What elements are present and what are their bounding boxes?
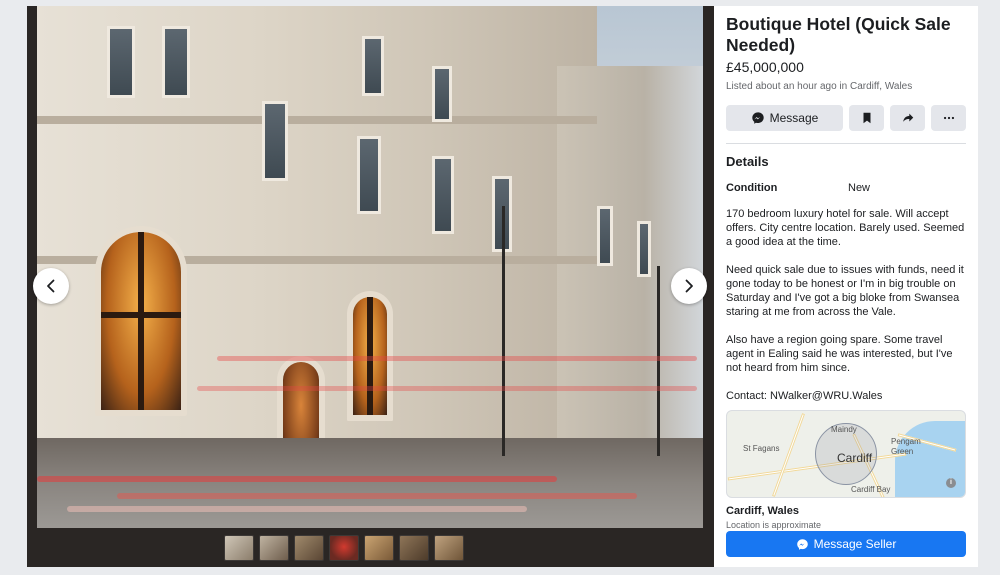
chevron-right-icon (685, 279, 693, 293)
message-seller-label: Message Seller (813, 537, 897, 551)
map-label: St Fagans (743, 444, 780, 453)
listing-photo (37, 6, 703, 528)
details-heading: Details (726, 154, 769, 169)
listing-price: £45,000,000 (726, 59, 804, 75)
photo-thumbnail[interactable] (364, 535, 394, 561)
share-button[interactable] (890, 105, 925, 131)
more-options-button[interactable] (931, 105, 966, 131)
more-icon (943, 116, 954, 120)
bookmark-icon (863, 112, 870, 124)
map-label: Pengam Green (891, 437, 921, 456)
messenger-icon (796, 538, 808, 550)
share-icon (902, 113, 913, 122)
photo-thumbnail[interactable] (294, 535, 324, 561)
photo-thumbnail[interactable] (399, 535, 429, 561)
chevron-left-icon (47, 279, 55, 293)
action-bar: Message (726, 105, 966, 131)
divider (726, 143, 966, 144)
message-button-label: Message (769, 111, 819, 125)
photo-thumbnail[interactable] (224, 535, 254, 561)
photo-thumbnail[interactable] (259, 535, 289, 561)
thumbnail-strip (224, 535, 464, 561)
photo-thumbnail[interactable] (329, 535, 359, 561)
photo-thumbnail[interactable] (434, 535, 464, 561)
condition-label: Condition (726, 182, 778, 194)
location-map[interactable]: Maindy St Fagans Pengam Green Cardiff Ba… (726, 410, 966, 498)
listing-title: Boutique Hotel (Quick Sale Needed) (726, 14, 951, 55)
next-photo-button[interactable] (671, 268, 707, 304)
save-button[interactable] (849, 105, 884, 131)
map-city-label: Cardiff (837, 451, 873, 465)
listing-meta: Listed about an hour ago in Cardiff, Wal… (726, 81, 913, 92)
previous-photo-button[interactable] (33, 268, 69, 304)
message-seller-button[interactable]: Message Seller (726, 531, 966, 557)
photo-viewer (27, 6, 714, 567)
message-button[interactable]: Message (726, 105, 843, 131)
listing-description: 170 bedroom luxury hotel for sale. Will … (726, 208, 965, 402)
listing-details-panel: Boutique Hotel (Quick Sale Needed) £45,0… (714, 6, 978, 567)
messenger-icon (751, 112, 764, 124)
condition-row: Condition New (726, 182, 966, 194)
map-label: Maindy (831, 425, 857, 434)
location-title: Cardiff, Wales (726, 505, 799, 517)
map-label: Cardiff Bay (851, 485, 891, 494)
condition-value: New (848, 182, 871, 194)
location-subtitle: Location is approximate (726, 520, 822, 530)
map-info-icon[interactable]: i (946, 478, 956, 488)
